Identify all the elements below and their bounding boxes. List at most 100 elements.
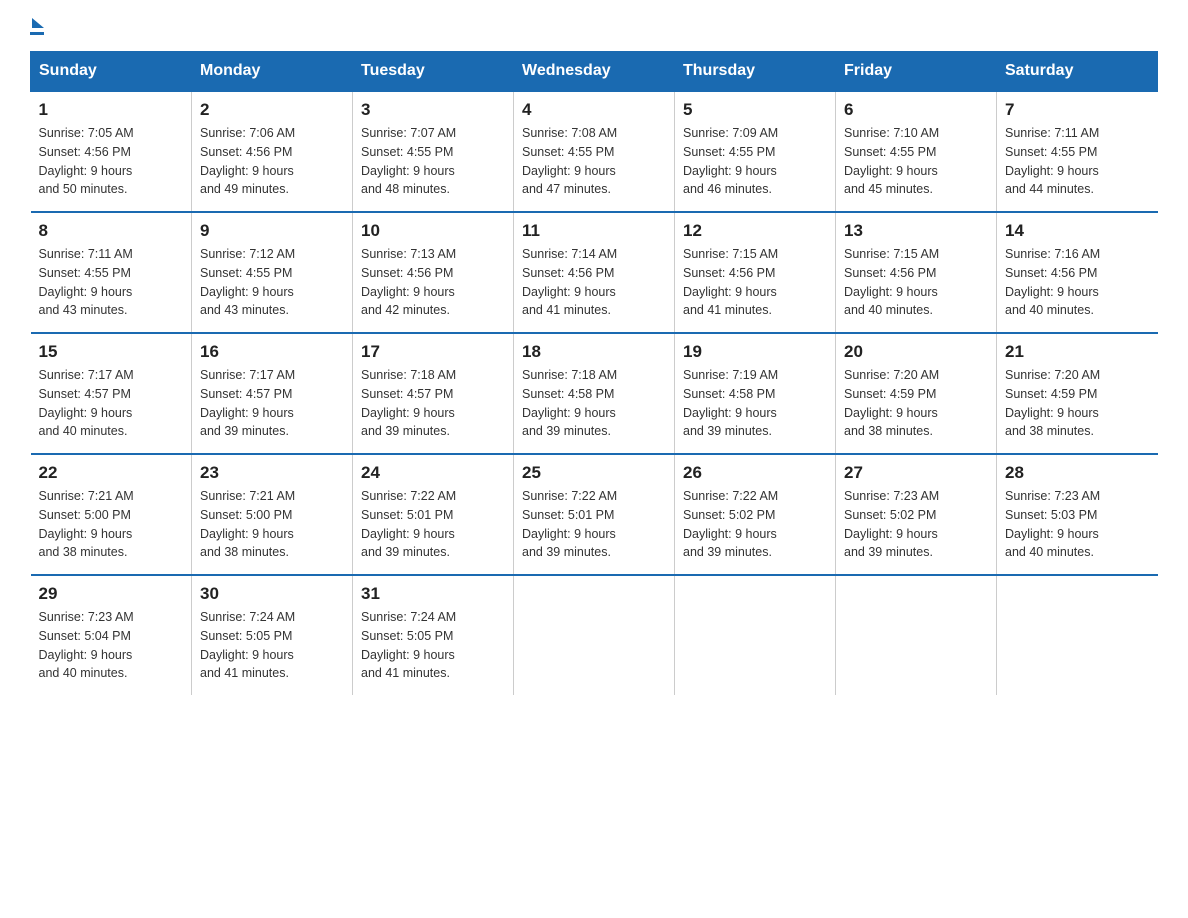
day-number: 6	[844, 100, 988, 120]
week-row-2: 8 Sunrise: 7:11 AM Sunset: 4:55 PM Dayli…	[31, 212, 1158, 333]
day-number: 24	[361, 463, 505, 483]
day-number: 7	[1005, 100, 1150, 120]
day-info: Sunrise: 7:07 AM Sunset: 4:55 PM Dayligh…	[361, 124, 505, 199]
day-cell-13: 13 Sunrise: 7:15 AM Sunset: 4:56 PM Dayl…	[836, 212, 997, 333]
page-header	[30, 20, 1158, 35]
day-info: Sunrise: 7:10 AM Sunset: 4:55 PM Dayligh…	[844, 124, 988, 199]
day-info: Sunrise: 7:23 AM Sunset: 5:03 PM Dayligh…	[1005, 487, 1150, 562]
day-info: Sunrise: 7:19 AM Sunset: 4:58 PM Dayligh…	[683, 366, 827, 441]
day-number: 17	[361, 342, 505, 362]
day-number: 20	[844, 342, 988, 362]
day-number: 29	[39, 584, 184, 604]
day-info: Sunrise: 7:16 AM Sunset: 4:56 PM Dayligh…	[1005, 245, 1150, 320]
day-cell-27: 27 Sunrise: 7:23 AM Sunset: 5:02 PM Dayl…	[836, 454, 997, 575]
day-info: Sunrise: 7:09 AM Sunset: 4:55 PM Dayligh…	[683, 124, 827, 199]
day-info: Sunrise: 7:15 AM Sunset: 4:56 PM Dayligh…	[683, 245, 827, 320]
day-cell-6: 6 Sunrise: 7:10 AM Sunset: 4:55 PM Dayli…	[836, 91, 997, 212]
day-info: Sunrise: 7:12 AM Sunset: 4:55 PM Dayligh…	[200, 245, 344, 320]
day-number: 18	[522, 342, 666, 362]
day-number: 21	[1005, 342, 1150, 362]
day-number: 31	[361, 584, 505, 604]
day-cell-20: 20 Sunrise: 7:20 AM Sunset: 4:59 PM Dayl…	[836, 333, 997, 454]
day-info: Sunrise: 7:22 AM Sunset: 5:01 PM Dayligh…	[361, 487, 505, 562]
day-number: 10	[361, 221, 505, 241]
day-info: Sunrise: 7:18 AM Sunset: 4:57 PM Dayligh…	[361, 366, 505, 441]
day-info: Sunrise: 7:11 AM Sunset: 4:55 PM Dayligh…	[1005, 124, 1150, 199]
day-info: Sunrise: 7:14 AM Sunset: 4:56 PM Dayligh…	[522, 245, 666, 320]
week-row-5: 29 Sunrise: 7:23 AM Sunset: 5:04 PM Dayl…	[31, 575, 1158, 695]
week-row-4: 22 Sunrise: 7:21 AM Sunset: 5:00 PM Dayl…	[31, 454, 1158, 575]
day-number: 27	[844, 463, 988, 483]
day-number: 23	[200, 463, 344, 483]
weekday-friday: Friday	[836, 52, 997, 92]
day-info: Sunrise: 7:18 AM Sunset: 4:58 PM Dayligh…	[522, 366, 666, 441]
day-info: Sunrise: 7:11 AM Sunset: 4:55 PM Dayligh…	[39, 245, 184, 320]
day-number: 2	[200, 100, 344, 120]
day-info: Sunrise: 7:22 AM Sunset: 5:02 PM Dayligh…	[683, 487, 827, 562]
day-number: 15	[39, 342, 184, 362]
day-cell-16: 16 Sunrise: 7:17 AM Sunset: 4:57 PM Dayl…	[192, 333, 353, 454]
day-cell-4: 4 Sunrise: 7:08 AM Sunset: 4:55 PM Dayli…	[514, 91, 675, 212]
day-number: 11	[522, 221, 666, 241]
calendar-body: 1 Sunrise: 7:05 AM Sunset: 4:56 PM Dayli…	[31, 91, 1158, 695]
day-cell-19: 19 Sunrise: 7:19 AM Sunset: 4:58 PM Dayl…	[675, 333, 836, 454]
logo	[30, 20, 44, 35]
day-cell-21: 21 Sunrise: 7:20 AM Sunset: 4:59 PM Dayl…	[997, 333, 1158, 454]
logo-line	[30, 32, 44, 35]
day-info: Sunrise: 7:13 AM Sunset: 4:56 PM Dayligh…	[361, 245, 505, 320]
day-number: 9	[200, 221, 344, 241]
day-cell-18: 18 Sunrise: 7:18 AM Sunset: 4:58 PM Dayl…	[514, 333, 675, 454]
day-cell-30: 30 Sunrise: 7:24 AM Sunset: 5:05 PM Dayl…	[192, 575, 353, 695]
weekday-wednesday: Wednesday	[514, 52, 675, 92]
day-cell-25: 25 Sunrise: 7:22 AM Sunset: 5:01 PM Dayl…	[514, 454, 675, 575]
day-info: Sunrise: 7:20 AM Sunset: 4:59 PM Dayligh…	[1005, 366, 1150, 441]
day-number: 12	[683, 221, 827, 241]
day-cell-7: 7 Sunrise: 7:11 AM Sunset: 4:55 PM Dayli…	[997, 91, 1158, 212]
day-info: Sunrise: 7:20 AM Sunset: 4:59 PM Dayligh…	[844, 366, 988, 441]
weekday-saturday: Saturday	[997, 52, 1158, 92]
empty-cell	[997, 575, 1158, 695]
logo-text	[30, 20, 44, 30]
day-cell-12: 12 Sunrise: 7:15 AM Sunset: 4:56 PM Dayl…	[675, 212, 836, 333]
day-number: 5	[683, 100, 827, 120]
day-info: Sunrise: 7:05 AM Sunset: 4:56 PM Dayligh…	[39, 124, 184, 199]
logo-triangle-icon	[32, 18, 44, 28]
day-info: Sunrise: 7:17 AM Sunset: 4:57 PM Dayligh…	[39, 366, 184, 441]
day-cell-2: 2 Sunrise: 7:06 AM Sunset: 4:56 PM Dayli…	[192, 91, 353, 212]
day-number: 25	[522, 463, 666, 483]
day-number: 16	[200, 342, 344, 362]
day-number: 22	[39, 463, 184, 483]
day-cell-24: 24 Sunrise: 7:22 AM Sunset: 5:01 PM Dayl…	[353, 454, 514, 575]
day-number: 4	[522, 100, 666, 120]
day-info: Sunrise: 7:08 AM Sunset: 4:55 PM Dayligh…	[522, 124, 666, 199]
weekday-monday: Monday	[192, 52, 353, 92]
day-info: Sunrise: 7:24 AM Sunset: 5:05 PM Dayligh…	[200, 608, 344, 683]
day-number: 3	[361, 100, 505, 120]
weekday-tuesday: Tuesday	[353, 52, 514, 92]
day-cell-11: 11 Sunrise: 7:14 AM Sunset: 4:56 PM Dayl…	[514, 212, 675, 333]
day-info: Sunrise: 7:17 AM Sunset: 4:57 PM Dayligh…	[200, 366, 344, 441]
calendar-header: SundayMondayTuesdayWednesdayThursdayFrid…	[31, 52, 1158, 92]
day-cell-9: 9 Sunrise: 7:12 AM Sunset: 4:55 PM Dayli…	[192, 212, 353, 333]
day-cell-3: 3 Sunrise: 7:07 AM Sunset: 4:55 PM Dayli…	[353, 91, 514, 212]
day-info: Sunrise: 7:23 AM Sunset: 5:04 PM Dayligh…	[39, 608, 184, 683]
day-cell-31: 31 Sunrise: 7:24 AM Sunset: 5:05 PM Dayl…	[353, 575, 514, 695]
calendar-table: SundayMondayTuesdayWednesdayThursdayFrid…	[30, 51, 1158, 695]
day-number: 30	[200, 584, 344, 604]
weekday-thursday: Thursday	[675, 52, 836, 92]
day-info: Sunrise: 7:23 AM Sunset: 5:02 PM Dayligh…	[844, 487, 988, 562]
day-cell-15: 15 Sunrise: 7:17 AM Sunset: 4:57 PM Dayl…	[31, 333, 192, 454]
day-info: Sunrise: 7:21 AM Sunset: 5:00 PM Dayligh…	[39, 487, 184, 562]
day-number: 1	[39, 100, 184, 120]
empty-cell	[836, 575, 997, 695]
day-info: Sunrise: 7:24 AM Sunset: 5:05 PM Dayligh…	[361, 608, 505, 683]
day-cell-8: 8 Sunrise: 7:11 AM Sunset: 4:55 PM Dayli…	[31, 212, 192, 333]
day-number: 14	[1005, 221, 1150, 241]
day-cell-26: 26 Sunrise: 7:22 AM Sunset: 5:02 PM Dayl…	[675, 454, 836, 575]
day-number: 19	[683, 342, 827, 362]
day-cell-23: 23 Sunrise: 7:21 AM Sunset: 5:00 PM Dayl…	[192, 454, 353, 575]
day-cell-14: 14 Sunrise: 7:16 AM Sunset: 4:56 PM Dayl…	[997, 212, 1158, 333]
week-row-3: 15 Sunrise: 7:17 AM Sunset: 4:57 PM Dayl…	[31, 333, 1158, 454]
day-cell-22: 22 Sunrise: 7:21 AM Sunset: 5:00 PM Dayl…	[31, 454, 192, 575]
day-number: 13	[844, 221, 988, 241]
